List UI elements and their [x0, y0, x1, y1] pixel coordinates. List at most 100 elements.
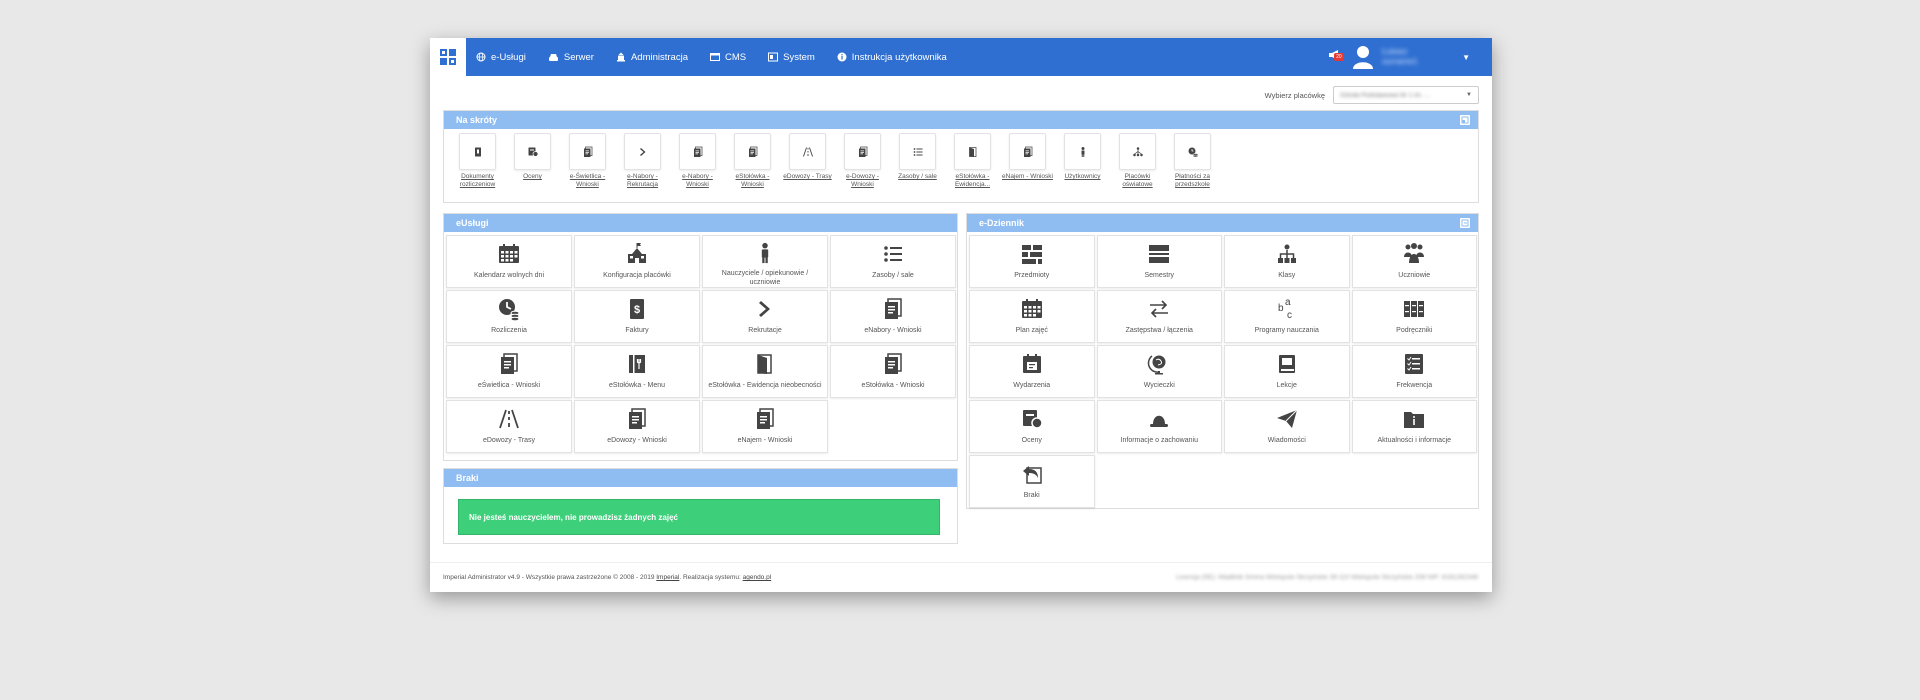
tile-label: Plan zajęć [1015, 327, 1048, 334]
tile-chevron-right[interactable]: Rekrutacje [702, 290, 828, 343]
tile-checklist[interactable]: Frekwencja [1351, 345, 1477, 398]
tile-subjects[interactable]: Przedmioty [969, 235, 1095, 288]
students-icon [1404, 243, 1425, 263]
tile-door[interactable]: eStołówka - Ewidencja nieobecności [702, 345, 828, 398]
panel-title: Na skróty [456, 115, 498, 125]
forms-icon [629, 408, 646, 429]
tile-forms[interactable]: eNajem - Wnioski [702, 400, 828, 453]
implementer-link[interactable]: agendo.pl [743, 574, 772, 581]
shortcut-label: Oceny [523, 173, 542, 180]
shortcut-item[interactable]: eStołówka - Ewidencja... [945, 133, 1000, 189]
shortcut-item[interactable]: e-Dowozy - Wnioski [835, 133, 890, 189]
nav-cms[interactable]: CMS [709, 51, 747, 63]
shortcut-icon-box [954, 133, 991, 170]
tile-road[interactable]: eDowozy - Trasy [446, 400, 572, 453]
notifications-button[interactable]: 20 [1328, 48, 1344, 66]
tile-label: Programy nauczania [1254, 327, 1319, 334]
shortcut-icon-box [1174, 133, 1211, 170]
shortcut-item[interactable]: e-Świetlica - Wnioski [560, 133, 615, 189]
tile-label: Lekcje [1276, 382, 1297, 389]
shortcut-label: e-Nabory - Wnioski [682, 173, 713, 188]
window-icon [709, 53, 720, 61]
tile-grades[interactable]: Oceny [969, 400, 1095, 453]
nav-serwer[interactable]: Serwer [548, 52, 594, 63]
tile-label: Semestry [1144, 272, 1175, 279]
forms-icon [748, 146, 757, 157]
tile-event[interactable]: Wydarzenia [969, 345, 1095, 398]
tile-label: eDowozy - Trasy [482, 437, 536, 444]
svg-text:c: c [1287, 310, 1292, 321]
shortcut-item[interactable]: Oceny [505, 133, 560, 189]
shortcut-item[interactable]: eDowozy - Trasy [780, 133, 835, 189]
facility-label: Wybierz placówkę [1264, 90, 1325, 100]
tile-person[interactable]: Nauczyciele / opiekunowie / uczniowie [702, 235, 828, 288]
tile-info-folder[interactable]: Aktualności i informacje [1351, 400, 1477, 453]
shortcut-item[interactable]: eNajem - Wnioski [1000, 133, 1055, 189]
document-icon [474, 147, 481, 156]
tile-clock-coins[interactable]: Rozliczenia [446, 290, 572, 343]
company-link[interactable]: Imperial [656, 574, 679, 581]
shortcut-item[interactable]: eStołówka - Wnioski [725, 133, 780, 189]
shortcut-list: Dokumenty rozliczeniow Oceny e-Świetlica… [450, 133, 1220, 189]
chevron-right-icon [759, 301, 770, 317]
shortcut-label: Zasoby / sale [898, 173, 937, 180]
tile-globe-stand[interactable]: Wycieczki [1096, 345, 1222, 398]
shortcuts-header: Na skróty [444, 111, 1478, 129]
tile-bell[interactable]: Informacje o zachowaniu [1096, 400, 1222, 453]
eservices-header: eUsługi [444, 214, 957, 232]
nav-administracja[interactable]: Administracja [616, 52, 688, 63]
tile-forms[interactable]: eStołówka - Wnioski [830, 345, 956, 398]
nav-label: CMS [724, 51, 747, 63]
shortcut-item[interactable]: Zasoby / sale [890, 133, 945, 189]
logo-icon [440, 48, 456, 66]
panel-title: Braki [456, 473, 479, 483]
shortcut-item[interactable]: Płatności za przedszkole [1165, 133, 1220, 189]
shortcuts-panel: Na skróty Dokumenty rozliczeniow Oceny e… [443, 110, 1479, 203]
nav-e-uslugi[interactable]: e-Usługi [476, 52, 526, 63]
tile-invoice[interactable]: $ Faktury [574, 290, 700, 343]
tile-list[interactable]: Zasoby / sale [830, 235, 956, 288]
tile-forms[interactable]: eDowozy - Wnioski [574, 400, 700, 453]
ediary-header: e-Dziennik [967, 214, 1478, 232]
user-menu-caret-icon[interactable]: ▼ [1462, 53, 1470, 62]
tile-label: Oceny [1021, 437, 1042, 444]
tile-school[interactable]: Konfiguracja placówki [574, 235, 700, 288]
user-name[interactable]: Łukasz surname1 [1382, 47, 1452, 67]
tile-books[interactable]: Podręczniki [1351, 290, 1477, 343]
tile-semesters[interactable]: Semestry [1096, 235, 1222, 288]
tile-label: Przedmioty [1014, 272, 1050, 279]
tile-calendar[interactable]: Plan zajęć [969, 290, 1095, 343]
shortcut-item[interactable]: e-Nabory - Wnioski [670, 133, 725, 189]
nav-instrukcja[interactable]: Instrukcja użytkownika [837, 52, 947, 63]
shortcut-label: eStołówka - Wnioski [735, 173, 770, 188]
tile-label: Wiadomości [1267, 437, 1306, 444]
tile-label: Kalendarz wolnych dni [473, 272, 545, 279]
nav-system[interactable]: System [768, 52, 815, 63]
tile-students[interactable]: Uczniowie [1351, 235, 1477, 288]
shortcut-icon-box [1119, 133, 1156, 170]
app-logo[interactable] [430, 38, 466, 76]
facility-select[interactable]: Szkoła Podstawowa Nr 1 im. ... ▼ [1333, 86, 1479, 104]
shortcut-icon-box [569, 133, 606, 170]
avatar[interactable] [1352, 44, 1374, 70]
tile-calendar[interactable]: Kalendarz wolnych dni [446, 235, 572, 288]
collapse-icon[interactable] [1460, 218, 1470, 228]
tile-menu-book[interactable]: eStołówka - Menu [574, 345, 700, 398]
shortcut-item[interactable]: e-Nabory - Rekrutacja [615, 133, 670, 189]
shortcut-item[interactable]: Placówki oświatowe [1110, 133, 1165, 189]
road-icon [499, 409, 519, 429]
shortcut-item[interactable]: Dokumenty rozliczeniow [450, 133, 505, 189]
tile-book[interactable]: Lekcje [1224, 345, 1350, 398]
tile-forms[interactable]: eNabory - Wnioski [830, 290, 956, 343]
tile-swap[interactable]: Zastępstwa / łączenia [1096, 290, 1222, 343]
collapse-icon[interactable] [1460, 115, 1470, 125]
tile-reply[interactable]: Braki [969, 455, 1095, 508]
shortcut-item[interactable]: Użytkownicy [1055, 133, 1110, 189]
tile-abc[interactable]: b a c Programy nauczania [1224, 290, 1350, 343]
forms-icon [693, 146, 702, 157]
tile-paper-plane[interactable]: Wiadomości [1224, 400, 1350, 453]
shortcut-icon-box [789, 133, 826, 170]
tile-label: Rozliczenia [491, 327, 527, 334]
tile-classes[interactable]: Klasy [1224, 235, 1350, 288]
tile-forms[interactable]: eŚwietlica - Wnioski [446, 345, 572, 398]
